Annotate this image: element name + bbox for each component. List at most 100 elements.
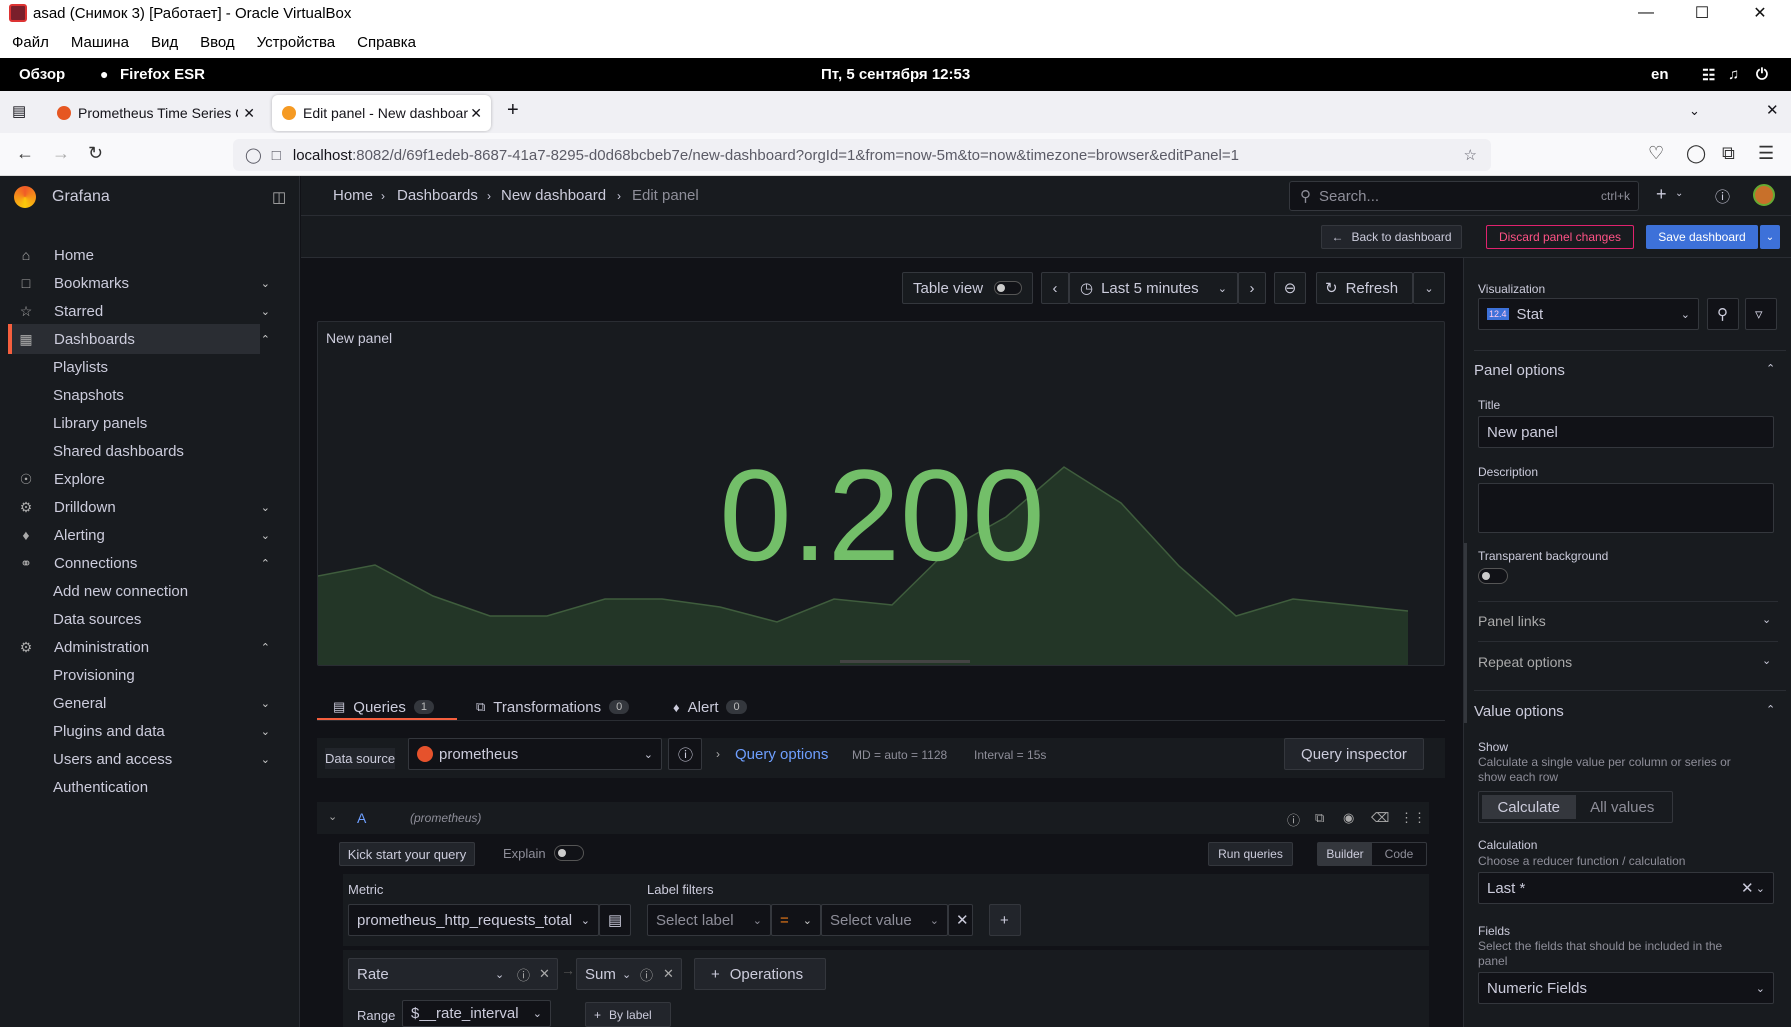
filter-options-button[interactable]: ▿: [1745, 298, 1777, 330]
power-icon[interactable]: ⏻: [1756, 66, 1768, 83]
sidebar-item-home[interactable]: ⌂ Home: [8, 240, 260, 270]
repeat-options-header[interactable]: Repeat options: [1478, 654, 1572, 670]
breadcrumb-home[interactable]: Home: [333, 187, 373, 204]
menu-view[interactable]: Вид: [151, 34, 178, 51]
chevron-down-icon[interactable]: ⌄: [1762, 654, 1771, 667]
grafana-home-link[interactable]: Grafana: [14, 186, 110, 208]
volume-icon[interactable]: ♫: [1728, 66, 1739, 83]
info-icon[interactable]: ⓘ: [640, 965, 653, 984]
url-bar[interactable]: ◯ □ localhost :8082/d/69f1edeb-8687-41a7…: [233, 139, 1491, 171]
chevron-down-icon[interactable]: ⌄: [1762, 613, 1771, 626]
menu-help[interactable]: Справка: [357, 34, 416, 51]
shield-icon[interactable]: ◯: [245, 146, 262, 164]
sidebar-item-connections[interactable]: ⚭ Connections ⌃: [8, 548, 270, 578]
panel-options-header[interactable]: Panel options: [1474, 362, 1565, 379]
list-tabs-icon[interactable]: ⌄: [1689, 103, 1700, 119]
account-icon[interactable]: ◯: [1686, 143, 1706, 164]
back-icon[interactable]: ←: [16, 143, 34, 164]
explain-toggle[interactable]: [554, 845, 584, 861]
discard-panel-changes-button[interactable]: Discard panel changes: [1486, 225, 1634, 249]
minimize-icon[interactable]: —: [1618, 0, 1674, 26]
zoom-out-button[interactable]: ⊖: [1274, 272, 1306, 304]
sidebar-item-administration[interactable]: ⚙ Administration ⌃: [8, 632, 270, 662]
close-icon[interactable]: ✕: [539, 966, 550, 982]
sidebar-item-add-new-connection[interactable]: Add new connection: [8, 576, 260, 606]
back-to-dashboard-button[interactable]: ← Back to dashboard: [1321, 225, 1462, 249]
collapse-chevron-icon[interactable]: ⌄: [328, 810, 337, 823]
activities-button[interactable]: Обзор: [19, 66, 65, 83]
transparent-background-toggle[interactable]: [1478, 568, 1508, 584]
chevron-down-icon[interactable]: ⌄: [261, 725, 270, 738]
range-select[interactable]: $__rate_interval ⌄: [402, 1000, 551, 1027]
datasource-help-button[interactable]: ⓘ: [668, 738, 702, 770]
chevron-right-icon[interactable]: ›: [716, 747, 720, 761]
time-back-button[interactable]: ‹: [1041, 272, 1069, 304]
time-range-picker[interactable]: ◷ Last 5 minutes ⌄: [1069, 272, 1238, 304]
visualization-picker[interactable]: 12.4 Stat ⌄: [1478, 298, 1699, 330]
sidebar-item-alerting[interactable]: ♦ Alerting ⌄: [8, 520, 270, 550]
sidebar-item-playlists[interactable]: Playlists: [8, 352, 260, 382]
panel-resize-handle[interactable]: [840, 660, 970, 663]
builder-mode-button[interactable]: Builder: [1318, 843, 1372, 865]
chevron-down-icon[interactable]: ⌄: [261, 305, 270, 318]
menu-file[interactable]: Файл: [12, 34, 49, 51]
search-options-button[interactable]: ⚲: [1707, 298, 1739, 330]
help-icon[interactable]: ⓘ: [1287, 810, 1300, 829]
save-options-chevron-icon[interactable]: ⌄: [1760, 225, 1780, 249]
close-window-icon[interactable]: ✕: [1766, 101, 1779, 119]
drag-handle-icon[interactable]: ⋮⋮: [1400, 810, 1426, 826]
value-select[interactable]: Select value ⌄: [821, 904, 948, 936]
close-icon[interactable]: ✕: [663, 966, 674, 982]
save-dashboard-button[interactable]: Save dashboard: [1646, 225, 1758, 249]
operation-rate[interactable]: Rate ⌄ ⓘ ✕: [348, 958, 558, 990]
run-queries-button[interactable]: Run queries: [1208, 842, 1293, 866]
chevron-up-icon[interactable]: ⌃: [1766, 362, 1775, 375]
new-tab-icon[interactable]: +: [507, 99, 519, 122]
menu-devices[interactable]: Устройства: [257, 34, 335, 51]
query-options-link[interactable]: Query options: [735, 746, 828, 763]
chevron-up-icon[interactable]: ⌃: [261, 333, 270, 346]
menu-icon[interactable]: ☰: [1758, 143, 1774, 164]
query-ref-id[interactable]: A: [357, 810, 366, 826]
code-mode-button[interactable]: Code: [1372, 843, 1426, 865]
calculation-select[interactable]: Last * ✕ ⌄: [1478, 872, 1774, 904]
tab-transformations[interactable]: ⧉ Transformations 0: [476, 692, 630, 722]
sidebar-item-snapshots[interactable]: Snapshots: [8, 380, 260, 410]
toggle-switch[interactable]: [994, 281, 1022, 295]
operation-sum[interactable]: Sum ⌄ ⓘ ✕: [576, 958, 682, 990]
sidebar-item-shared-dashboards[interactable]: Shared dashboards: [8, 436, 260, 466]
reload-icon[interactable]: ↻: [88, 143, 103, 164]
add-by-label-button[interactable]: + By label: [585, 1002, 671, 1027]
tab-prometheus[interactable]: Prometheus Time Series C ✕: [47, 95, 264, 131]
breadcrumb-dashboards[interactable]: Dashboards: [397, 187, 478, 204]
breadcrumb-new-dashboard[interactable]: New dashboard: [501, 187, 606, 204]
close-window-icon[interactable]: ✕: [1732, 0, 1788, 26]
close-tab-icon[interactable]: ✕: [243, 105, 255, 122]
language-indicator[interactable]: en: [1651, 66, 1669, 83]
all-values-option[interactable]: All values: [1576, 795, 1670, 819]
label-select[interactable]: Select label ⌄: [647, 904, 771, 936]
pane-splitter[interactable]: [1464, 543, 1467, 723]
calculate-option[interactable]: Calculate: [1482, 795, 1576, 819]
close-tab-icon[interactable]: ✕: [470, 105, 482, 122]
sidebar-item-explore[interactable]: ☉ Explore: [8, 464, 260, 494]
sidebar-item-authentication[interactable]: Authentication: [8, 772, 260, 802]
panel-links-header[interactable]: Panel links: [1478, 613, 1546, 629]
time-forward-button[interactable]: ›: [1238, 272, 1266, 304]
query-inspector-button[interactable]: Query inspector: [1284, 738, 1424, 770]
kick-start-query-button[interactable]: Kick start your query: [339, 842, 475, 866]
search-input[interactable]: ⚲ Search... ctrl+k: [1289, 181, 1639, 211]
sidebar-item-provisioning[interactable]: Provisioning: [8, 660, 260, 690]
chevron-up-icon[interactable]: ⌃: [1766, 703, 1775, 716]
datasource-picker[interactable]: prometheus ⌄: [408, 738, 662, 770]
chevron-down-icon[interactable]: ⌄: [261, 277, 270, 290]
table-view-toggle[interactable]: Table view: [902, 272, 1033, 304]
operator-select[interactable]: = ⌄: [771, 904, 821, 936]
sidebar-item-starred[interactable]: ☆ Starred ⌄: [8, 296, 270, 326]
title-input[interactable]: New panel: [1478, 416, 1774, 448]
extensions-icon[interactable]: ⧉: [1722, 143, 1735, 164]
sidebar-item-bookmarks[interactable]: □ Bookmarks ⌄: [8, 268, 270, 298]
dock-menu-icon[interactable]: ◫: [272, 188, 286, 206]
clock[interactable]: Пт, 5 сентября 12:53: [821, 66, 970, 83]
clear-icon[interactable]: ✕: [1741, 879, 1754, 897]
